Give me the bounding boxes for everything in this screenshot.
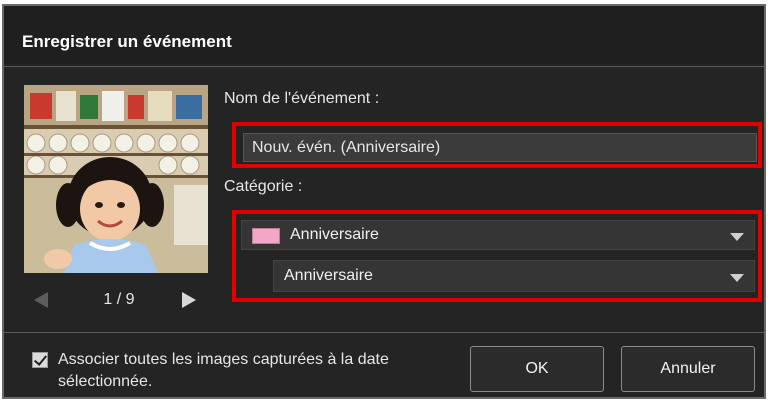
title-bar: Enregistrer un événement [4,6,764,64]
page-counter: 1 / 9 [103,291,135,308]
dialog-title: Enregistrer un événement [22,32,232,51]
chevron-right-icon[interactable] [182,292,196,308]
category-label: Catégorie : [224,178,303,195]
check-icon [33,352,48,366]
category-secondary-dropdown[interactable]: Anniversaire [273,260,755,292]
category-secondary-value: Anniversaire [284,267,373,284]
chevron-left-icon[interactable] [34,292,48,308]
ok-button[interactable]: OK [470,346,604,392]
event-name-input[interactable]: Nouv. évén. (Anniversaire) [243,133,757,162]
divider [4,332,764,333]
chevron-down-icon [730,274,744,282]
register-event-dialog: Enregistrer un événement 1 / 9 Nom de l'… [2,4,766,399]
category-color-swatch [252,228,280,244]
associate-images-checkbox[interactable] [32,352,48,368]
category-primary-dropdown[interactable]: Anniversaire [241,220,755,250]
chevron-down-icon [730,233,744,241]
cancel-button[interactable]: Annuler [621,346,755,392]
associate-images-label: Associer toutes les images capturées à l… [58,351,389,390]
image-pager: 1 / 9 [24,288,208,312]
category-primary-value: Anniversaire [290,226,379,243]
divider [4,66,764,67]
event-thumbnail-image [24,85,208,273]
event-name-label: Nom de l'événement : [224,90,380,107]
